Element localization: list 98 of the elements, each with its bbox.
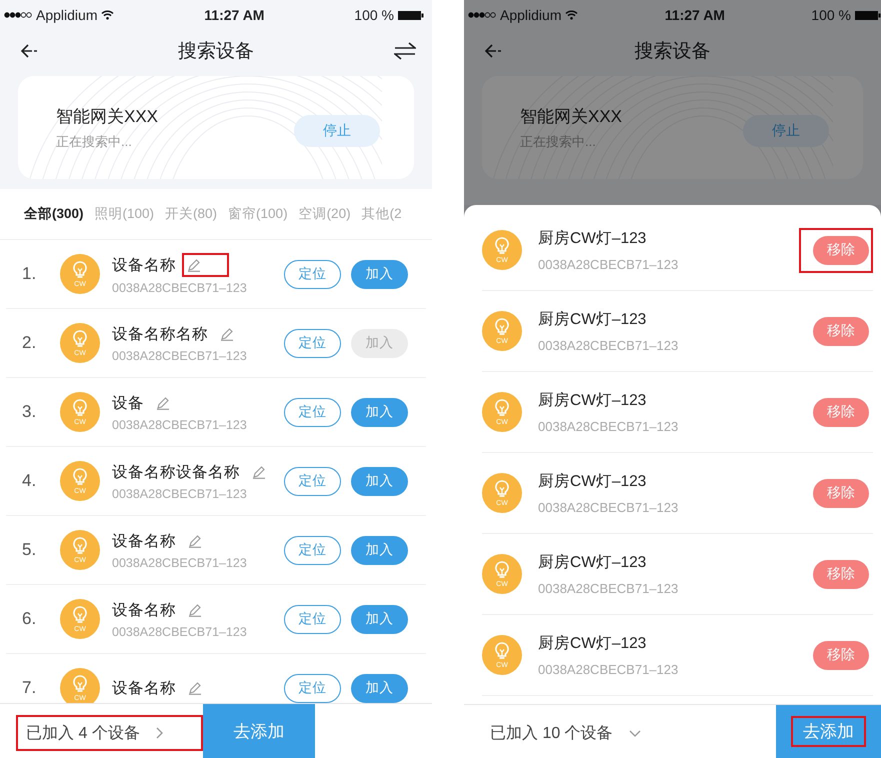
- wifi-icon: [101, 10, 114, 20]
- locate-button[interactable]: 定位: [284, 260, 341, 288]
- device-id: 0038A28CBECB71–123: [538, 500, 680, 515]
- bulb-icon: [493, 560, 511, 580]
- device-id: 0038A28CBECB71–123: [538, 257, 680, 272]
- join-button[interactable]: 加入: [351, 260, 408, 288]
- swap-icon[interactable]: [394, 42, 416, 60]
- row-number: 5.: [22, 540, 38, 560]
- device-id: 0038A28CBECB71–123: [112, 281, 248, 295]
- device-name: 设备名称: [112, 532, 176, 552]
- battery-icon: [855, 10, 881, 20]
- chevron-right-icon: [156, 727, 164, 739]
- stop-button[interactable]: 停止: [294, 114, 380, 146]
- bulb-icon: [493, 317, 511, 337]
- remove-button[interactable]: 移除: [813, 560, 869, 588]
- remove-button[interactable]: 移除: [813, 316, 869, 346]
- row-number: 7.: [22, 678, 38, 698]
- locate-button[interactable]: 定位: [284, 466, 341, 496]
- device-id: 0038A28CBECB71–123: [112, 556, 248, 570]
- add-button[interactable]: 去添加: [203, 704, 315, 758]
- added-summary[interactable]: 已加入 4 个设备: [16, 715, 203, 751]
- device-name: 厨房CW灯–123: [538, 391, 648, 411]
- status-time: 11:27 AM: [204, 7, 264, 23]
- battery-level: 100 %: [811, 7, 851, 23]
- gateway-name: 智能网关XXX: [520, 106, 622, 128]
- join-button[interactable]: 加入: [351, 398, 408, 426]
- bulb-icon: [71, 329, 89, 349]
- device-name: 设备名称: [112, 256, 176, 276]
- join-button[interactable]: 加入: [351, 674, 408, 702]
- locate-button[interactable]: 定位: [284, 398, 341, 426]
- bulb-icon: [71, 674, 89, 694]
- category-tab[interactable]: 空调(20): [298, 205, 351, 223]
- locate-button[interactable]: 定位: [284, 536, 341, 564]
- device-id: 0038A28CBECB71–123: [538, 662, 680, 677]
- device-name: 设备名称名称: [112, 324, 208, 344]
- screen-title: 搜索设备: [178, 40, 254, 64]
- back-arrow-icon[interactable]: [20, 44, 40, 58]
- bulb-icon: [493, 641, 511, 661]
- signal-icon: [468, 12, 496, 18]
- category-tab[interactable]: 全部(300): [24, 205, 84, 223]
- category-tab[interactable]: 窗帘(100): [228, 205, 288, 223]
- chevron-down-icon: [628, 730, 641, 738]
- bulb-icon: [493, 479, 511, 499]
- status-time: 11:27 AM: [664, 7, 725, 23]
- device-name: 厨房CW灯–123: [538, 553, 648, 573]
- device-id: 0038A28CBECB71–123: [538, 419, 680, 434]
- bulb-icon: [71, 260, 89, 280]
- bulb-icon: [493, 398, 511, 418]
- device-name: 设备名称: [112, 678, 176, 698]
- device-name: 厨房CW灯–123: [538, 634, 648, 654]
- signal-icon: [4, 12, 32, 18]
- stop-button[interactable]: 停止: [743, 114, 829, 146]
- device-id: 0038A28CBECB71–123: [112, 486, 248, 500]
- bulb-icon: [71, 467, 89, 487]
- row-number: 6.: [22, 609, 38, 629]
- device-name: 设备名称: [112, 600, 176, 620]
- bulb-icon: [71, 536, 89, 556]
- carrier-name: Applidium: [36, 7, 98, 23]
- locate-button[interactable]: 定位: [284, 604, 341, 634]
- add-button[interactable]: 去添加: [776, 705, 881, 758]
- search-status: 正在搜索中...: [520, 132, 597, 150]
- bulb-icon: [71, 605, 89, 625]
- carrier-name: Applidium: [500, 7, 562, 23]
- added-summary[interactable]: 已加入 10 个设备: [480, 716, 776, 751]
- device-name: 设备名称设备名称: [112, 462, 240, 482]
- category-tab[interactable]: 其他(2: [362, 205, 402, 223]
- device-name: 厨房CW灯–123: [538, 229, 648, 249]
- locate-button[interactable]: 定位: [284, 674, 341, 702]
- remove-button[interactable]: 移除: [813, 236, 869, 264]
- row-number: 1.: [22, 264, 38, 284]
- device-name: 厨房CW灯–123: [538, 472, 648, 492]
- device-id: 0038A28CBECB71–123: [112, 624, 248, 638]
- gateway-name: 智能网关XXX: [56, 106, 158, 128]
- bulb-icon: [493, 236, 511, 256]
- remove-button[interactable]: 移除: [813, 640, 869, 670]
- remove-button[interactable]: 移除: [813, 398, 869, 426]
- device-name: 厨房CW灯–123: [538, 310, 648, 330]
- bulb-icon: [71, 398, 89, 418]
- wifi-icon: [565, 10, 578, 20]
- device-name: 设备: [112, 394, 144, 414]
- category-tab[interactable]: 开关(80): [165, 205, 218, 223]
- row-number: 3.: [22, 402, 38, 422]
- screen-title: 搜索设备: [634, 40, 710, 64]
- device-id: 0038A28CBECB71–123: [112, 418, 248, 432]
- battery-level: 100 %: [354, 7, 394, 23]
- device-id: 0038A28CBECB71–123: [112, 348, 248, 362]
- join-button[interactable]: 加入: [351, 466, 408, 496]
- row-number: 4.: [22, 471, 38, 491]
- join-button[interactable]: 加入: [351, 604, 408, 634]
- search-status: 正在搜索中...: [56, 132, 133, 150]
- row-number: 2.: [22, 333, 38, 353]
- edit-icon[interactable]: [182, 253, 229, 277]
- join-button[interactable]: 加入: [351, 536, 408, 564]
- remove-button[interactable]: 移除: [813, 478, 869, 508]
- battery-icon: [398, 10, 424, 20]
- device-id: 0038A28CBECB71–123: [538, 581, 680, 596]
- device-id: 0038A28CBECB71–123: [538, 338, 680, 353]
- category-tab[interactable]: 照明(100): [94, 205, 154, 223]
